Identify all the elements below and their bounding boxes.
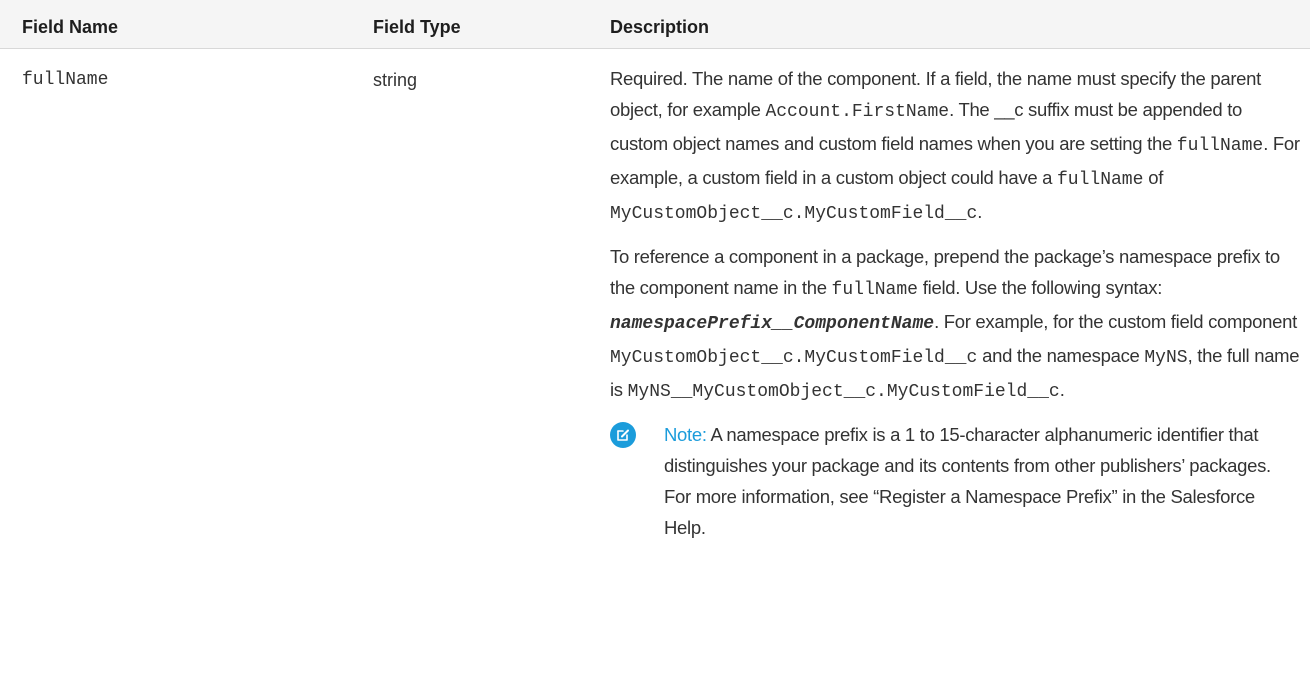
code-fullname: fullName: [1176, 136, 1264, 156]
field-name-cell: fullName: [22, 70, 109, 90]
description-paragraph-namespace: To reference a component in a package, p…: [610, 246, 1300, 402]
field-type-cell: string: [373, 70, 418, 90]
code-custom-field-example: MyCustomObject__c.MyCustomField__c: [610, 348, 978, 368]
code-namespace: MyNS: [1144, 348, 1188, 368]
note-callout: Note: A namespace prefix is a 1 to 15-ch…: [610, 419, 1300, 543]
column-header-description: Description: [610, 17, 710, 37]
description-paragraph-required: Required. The name of the component. If …: [610, 68, 1300, 224]
code-custom-field-example: MyCustomObject__c.MyCustomField__c: [610, 204, 978, 224]
code-fullname: fullName: [831, 280, 918, 300]
code-fullname: fullName: [1056, 170, 1144, 190]
note-text: A namespace prefix is a 1 to 15-characte…: [664, 424, 1271, 538]
description-cell: Required. The name of the component. If …: [610, 63, 1300, 543]
code-full-name-example: MyNS__MyCustomObject__c.MyCustomField__c: [627, 382, 1060, 402]
column-header-field-name: Field Name: [22, 17, 119, 37]
note-label: Note:: [664, 424, 707, 445]
code-account-firstname: Account.FirstName: [765, 102, 950, 122]
code-syntax-placeholder: namespacePrefix__ComponentName: [610, 314, 935, 334]
table-header-row: Field Name Field Type Description: [0, 0, 1310, 49]
edit-note-icon: [610, 422, 636, 448]
column-header-field-type: Field Type: [373, 17, 461, 37]
